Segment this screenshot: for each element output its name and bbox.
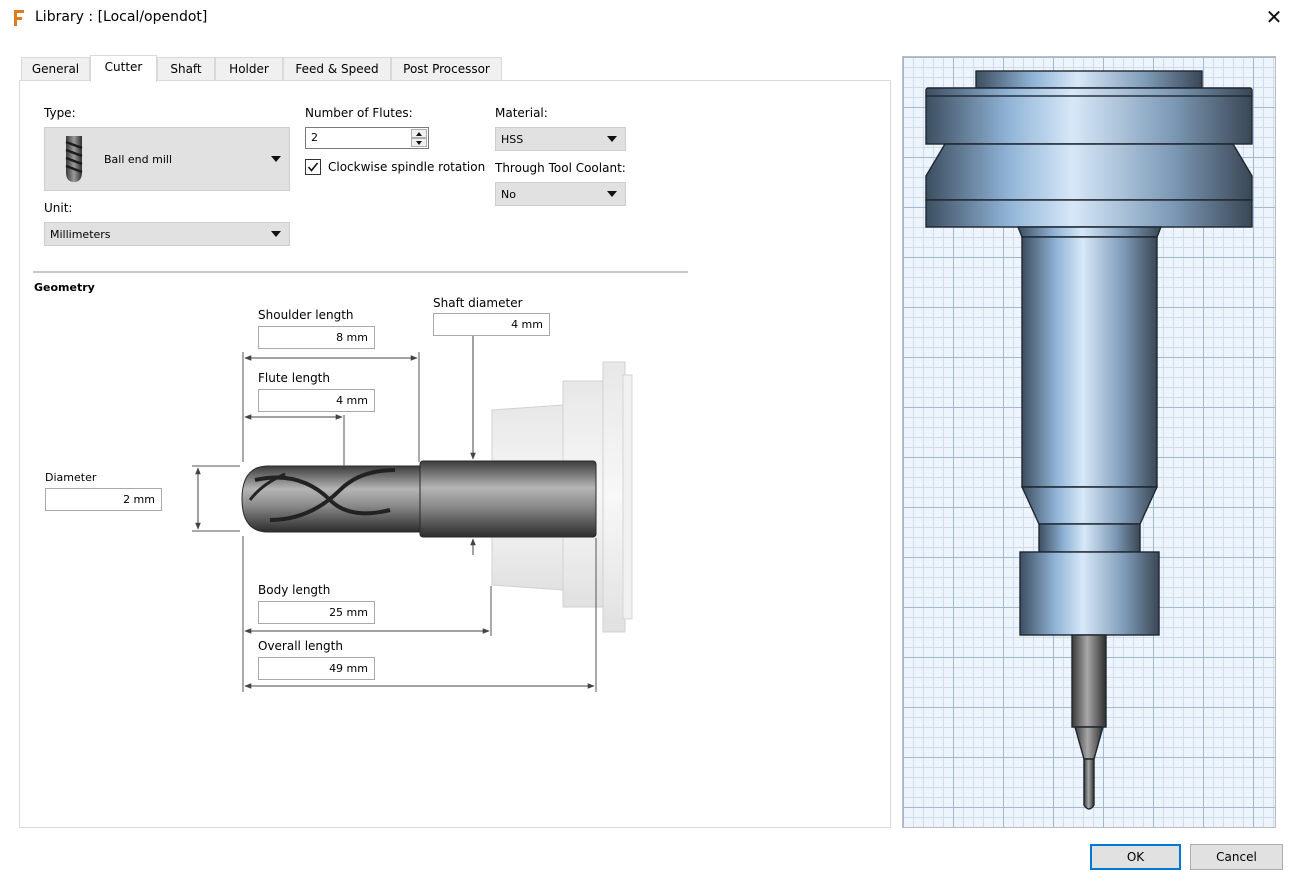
tab-general[interactable]: General bbox=[21, 57, 90, 81]
flutes-spinbox[interactable]: 2 bbox=[305, 127, 429, 149]
flutes-label: Number of Flutes: bbox=[305, 106, 413, 120]
chevron-down-icon bbox=[607, 191, 617, 197]
window-title: Library : [Local/opendot] bbox=[35, 9, 208, 25]
shaft-diameter-field[interactable]: 4 mm bbox=[433, 313, 550, 336]
material-label: Material: bbox=[495, 106, 548, 120]
shoulder-length-field[interactable]: 8 mm bbox=[258, 326, 375, 349]
arrow-down-icon bbox=[416, 141, 422, 145]
material-value: HSS bbox=[501, 133, 524, 146]
app-logo-icon bbox=[12, 9, 26, 27]
body-length-field[interactable]: 25 mm bbox=[258, 601, 375, 624]
geometry-heading: Geometry bbox=[34, 281, 95, 294]
flutes-value: 2 bbox=[311, 131, 318, 144]
flute-length-label: Flute length bbox=[258, 371, 330, 385]
ball-end-mill-icon bbox=[65, 136, 83, 182]
type-label: Type: bbox=[44, 106, 76, 120]
tool-preview-panel[interactable] bbox=[902, 56, 1276, 828]
unit-label: Unit: bbox=[44, 201, 73, 215]
unit-dropdown[interactable]: Millimeters bbox=[44, 222, 290, 246]
spin-down-button[interactable] bbox=[411, 138, 427, 147]
coolant-value: No bbox=[501, 188, 516, 201]
overall-length-field[interactable]: 49 mm bbox=[258, 657, 375, 680]
ok-button[interactable]: OK bbox=[1090, 844, 1181, 870]
checkmark-icon bbox=[307, 162, 319, 172]
clockwise-label[interactable]: Clockwise spindle rotation bbox=[328, 160, 485, 174]
type-value: Ball end mill bbox=[104, 153, 172, 166]
shaft-diameter-label: Shaft diameter bbox=[433, 296, 523, 310]
overall-length-label: Overall length bbox=[258, 639, 343, 653]
coolant-label: Through Tool Coolant: bbox=[495, 161, 626, 175]
tool-3d-preview bbox=[925, 70, 1253, 810]
cancel-button[interactable]: Cancel bbox=[1190, 844, 1283, 870]
close-icon[interactable]: ✕ bbox=[1262, 5, 1286, 29]
tab-post-processor[interactable]: Post Processor bbox=[391, 57, 502, 81]
section-divider bbox=[33, 271, 688, 273]
unit-value: Millimeters bbox=[50, 228, 111, 241]
arrow-up-icon bbox=[416, 132, 422, 136]
body-length-label: Body length bbox=[258, 583, 331, 597]
material-dropdown[interactable]: HSS bbox=[495, 127, 626, 151]
clockwise-checkbox[interactable] bbox=[305, 159, 321, 175]
chevron-down-icon bbox=[607, 136, 617, 142]
cutter-panel bbox=[19, 80, 891, 828]
tab-cutter[interactable]: Cutter bbox=[90, 55, 157, 82]
shoulder-length-label: Shoulder length bbox=[258, 308, 354, 322]
type-dropdown[interactable]: Ball end mill bbox=[44, 127, 290, 191]
coolant-dropdown[interactable]: No bbox=[495, 182, 626, 206]
tab-shaft[interactable]: Shaft bbox=[157, 57, 215, 81]
diameter-label: Diameter bbox=[45, 471, 97, 484]
tab-feed-speed[interactable]: Feed & Speed bbox=[283, 57, 391, 81]
spin-up-button[interactable] bbox=[411, 129, 427, 138]
tab-holder[interactable]: Holder bbox=[215, 57, 283, 81]
flute-length-field[interactable]: 4 mm bbox=[258, 389, 375, 412]
chevron-down-icon bbox=[271, 156, 281, 162]
diameter-field[interactable]: 2 mm bbox=[45, 488, 162, 511]
chevron-down-icon bbox=[271, 231, 281, 237]
